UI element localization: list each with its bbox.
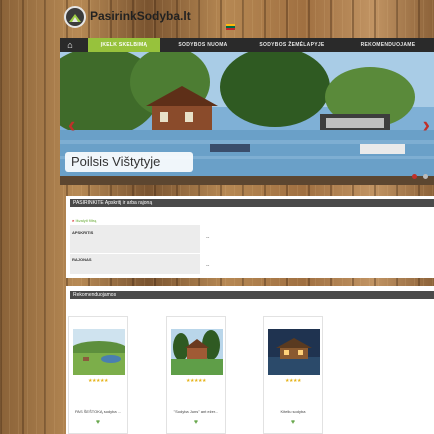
hero-caption: Poilsis Vištytyje	[65, 152, 193, 172]
nav-item-rent[interactable]: SODYBOS NUOMA	[166, 38, 240, 52]
property-photo	[268, 329, 320, 375]
property-photo	[171, 329, 223, 375]
district-select[interactable]: --	[206, 262, 434, 270]
nav-item-recommended[interactable]: REKOMENDUOJAME	[344, 38, 432, 52]
county-select[interactable]: --	[206, 234, 434, 242]
property-title[interactable]: PAS ŠEŠTOKĄ sodyba ...	[69, 409, 127, 414]
property-title[interactable]: Kiteliu sodyba	[264, 409, 322, 414]
logo-icon[interactable]	[64, 6, 86, 28]
favorite-heart-icon[interactable]: ♥	[69, 419, 127, 426]
slider-next-icon[interactable]: ›	[414, 114, 430, 136]
language-flag-icon[interactable]	[226, 24, 235, 30]
slider-dot[interactable]	[423, 174, 428, 179]
search-panel-header: PASIRINKITE Apskritį ir arba rajoną	[70, 199, 434, 207]
nav-item-upload-ad[interactable]: ĮKELK SKELBIMĄ	[88, 38, 160, 52]
property-card[interactable]: ★★★★★ PAS ŠEŠTOKĄ sodyba ... ♥	[68, 316, 128, 434]
property-card[interactable]: ★★★★★ "Sodyba Juns" ant ežer... ♥	[166, 316, 226, 434]
rating-stars: ★★★★	[285, 378, 301, 384]
main-nav: ⌂ ĮKELK SKELBIMĄ SODYBOS NUOMA SODYBOS Ž…	[60, 38, 434, 52]
property-card[interactable]: ★★★★ Kiteliu sodyba ♥	[263, 316, 323, 434]
slider-prev-icon[interactable]: ‹	[68, 114, 84, 136]
recommended-header: Rekomenduojamos	[70, 291, 434, 299]
nav-item-map[interactable]: SODYBOS ŽEMĖLAPYJE	[246, 38, 338, 52]
favorite-heart-icon[interactable]: ♥	[167, 419, 225, 426]
favorite-heart-icon[interactable]: ♥	[264, 419, 322, 426]
site-logo-text[interactable]: PasirinkSodyba.lt	[90, 9, 191, 23]
rating-stars: ★★★★★	[88, 378, 108, 384]
site-header: PasirinkSodyba.lt	[60, 0, 434, 40]
district-label: RAJONAS	[72, 257, 92, 262]
property-title[interactable]: "Sodyba Juns" ant ežer...	[167, 409, 225, 414]
slider-dot[interactable]	[411, 174, 417, 179]
clear-icon: ×	[72, 218, 75, 223]
clear-filter-link[interactable]: × Išvalyti filtrą	[72, 218, 96, 223]
home-icon[interactable]: ⌂	[64, 40, 76, 50]
rating-stars: ★★★★★	[186, 378, 206, 384]
county-label: APSKRITIS	[72, 230, 94, 235]
property-photo	[73, 329, 125, 375]
slider-dots	[410, 166, 428, 184]
clear-filter-label: Išvalyti filtrą	[75, 218, 97, 223]
hero-slider[interactable]: ‹ › Poilsis Vištytyje	[60, 52, 434, 185]
